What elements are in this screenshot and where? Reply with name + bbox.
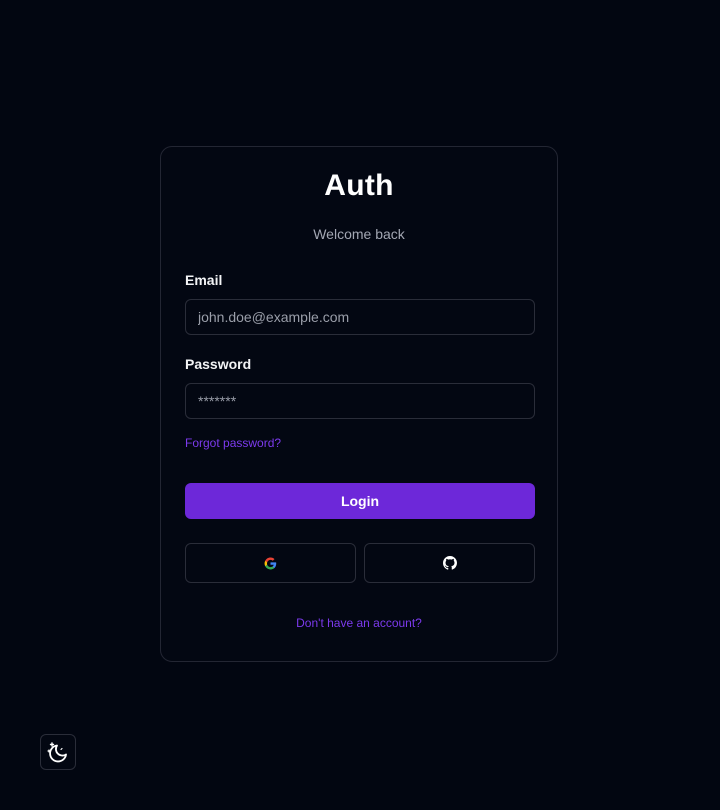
signup-link[interactable]: Don't have an account? bbox=[161, 616, 557, 630]
google-login-button[interactable] bbox=[185, 543, 356, 583]
welcome-subtitle: Welcome back bbox=[313, 226, 405, 242]
email-label: Email bbox=[185, 272, 223, 288]
google-icon bbox=[264, 557, 277, 569]
auth-card: Auth Welcome back Email Password Forgot … bbox=[160, 146, 558, 662]
page-title: Auth bbox=[324, 169, 394, 202]
password-label: Password bbox=[185, 356, 252, 372]
forgot-password-link[interactable]: Forgot password? bbox=[185, 436, 281, 450]
login-button[interactable]: Login bbox=[185, 483, 535, 519]
moon-stars-icon bbox=[47, 742, 67, 763]
auth-page: Auth Welcome back Email Password Forgot … bbox=[0, 0, 720, 810]
theme-toggle-button[interactable] bbox=[40, 734, 76, 770]
email-field[interactable] bbox=[185, 299, 535, 335]
github-icon bbox=[442, 556, 457, 570]
github-login-button[interactable] bbox=[364, 543, 535, 583]
password-field[interactable] bbox=[185, 383, 535, 419]
